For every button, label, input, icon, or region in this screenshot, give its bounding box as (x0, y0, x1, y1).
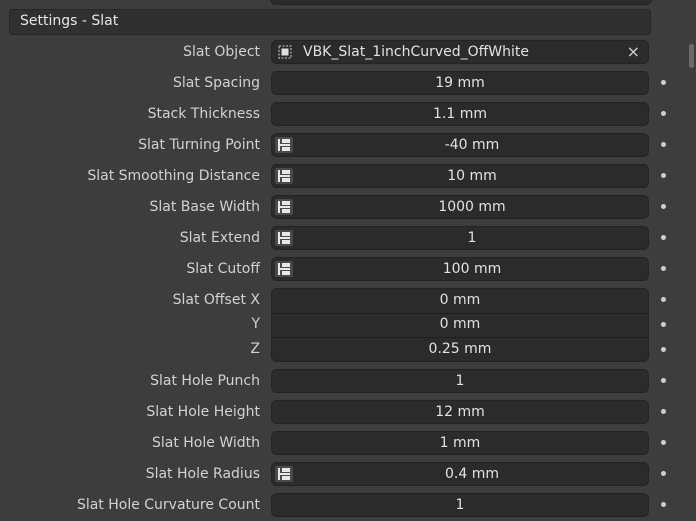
slat-hole-radius-value: 0.4 mm (445, 466, 499, 482)
scrollbar-thumb[interactable] (689, 44, 694, 68)
keyframe-dot-icon[interactable] (661, 142, 666, 147)
slat-spacing-field[interactable]: 19 mm (271, 71, 649, 95)
keyframe-dot-icon[interactable] (661, 471, 666, 476)
slat-hole-punch-value: 1 (455, 373, 465, 389)
keyframe-dot-icon[interactable] (661, 173, 666, 178)
driver-icon[interactable] (275, 466, 293, 482)
slat-hole-curvature-count-label: Slat Hole Curvature Count (76, 497, 260, 513)
driver-icon[interactable] (275, 261, 293, 277)
offset-z-label: Z (250, 341, 260, 357)
slat-object-field[interactable]: VBK_Slat_1inchCurved_OffWhite × (271, 40, 649, 64)
slat-hole-width-row: Slat Hole Width 1 mm (0, 431, 696, 457)
slat-turning-point-row: Slat Turning Point -40 mm (0, 133, 696, 159)
slat-hole-width-label: Slat Hole Width (151, 435, 260, 451)
slat-base-width-value: 1000 mm (438, 199, 506, 215)
slat-hole-height-value: 12 mm (435, 404, 485, 420)
keyframe-dot-icon[interactable] (661, 347, 666, 352)
slat-spacing-row: Slat Spacing 19 mm (0, 71, 696, 97)
keyframe-dot-icon[interactable] (661, 235, 666, 240)
slat-smoothing-distance-value: 10 mm (447, 168, 497, 184)
offset-y-field[interactable]: 0 mm (272, 313, 648, 337)
keyframe-dot-icon[interactable] (661, 80, 666, 85)
stack-thickness-label: Stack Thickness (147, 106, 260, 122)
slat-base-width-label: Slat Base Width (149, 199, 260, 215)
clear-icon[interactable]: × (627, 42, 640, 61)
slat-cutoff-row: Slat Cutoff 100 mm (0, 257, 696, 283)
slat-hole-radius-label: Slat Hole Radius (145, 466, 260, 482)
slat-extend-row: Slat Extend 1 (0, 226, 696, 252)
offset-z-value: 0.25 mm (428, 341, 492, 357)
offset-y-value: 0 mm (439, 316, 481, 332)
stack-thickness-row: Stack Thickness 1.1 mm (0, 102, 696, 128)
slat-hole-curvature-count-field[interactable]: 1 (271, 493, 649, 517)
driver-icon[interactable] (275, 199, 293, 215)
slat-object-row: Slat Object VBK_Slat_1inchCurved_OffWhit… (0, 40, 696, 66)
slat-hole-height-row: Slat Hole Height 12 mm (0, 400, 696, 426)
slat-hole-radius-field[interactable]: 0.4 mm (271, 462, 649, 486)
slat-turning-point-field[interactable]: -40 mm (271, 133, 649, 157)
previous-field-edge (270, 0, 652, 5)
keyframe-dot-icon[interactable] (661, 378, 666, 383)
offset-x-label: Slat Offset X (172, 292, 260, 308)
slat-hole-radius-row: Slat Hole Radius 0.4 mm (0, 462, 696, 488)
slat-hole-punch-field[interactable]: 1 (271, 369, 649, 393)
keyframe-dot-icon[interactable] (661, 266, 666, 271)
keyframe-dot-icon[interactable] (661, 204, 666, 209)
driver-icon[interactable] (275, 230, 293, 246)
scrollbar-track[interactable] (688, 0, 696, 521)
slat-turning-point-value: -40 mm (444, 137, 500, 153)
stack-thickness-value: 1.1 mm (433, 106, 487, 122)
slat-hole-width-field[interactable]: 1 mm (271, 431, 649, 455)
slat-spacing-label: Slat Spacing (173, 75, 260, 91)
slat-hole-punch-label: Slat Hole Punch (150, 373, 260, 389)
keyframe-dot-icon[interactable] (661, 409, 666, 414)
offset-x-value: 0 mm (439, 292, 481, 308)
slat-cutoff-field[interactable]: 100 mm (271, 257, 649, 281)
offset-z-field[interactable]: 0.25 mm (272, 338, 648, 362)
keyframe-dot-icon[interactable] (661, 502, 666, 507)
keyframe-dot-icon[interactable] (661, 297, 666, 302)
slat-hole-height-label: Slat Hole Height (146, 404, 260, 420)
driver-icon[interactable] (275, 168, 293, 184)
keyframe-dot-icon[interactable] (661, 322, 666, 327)
slat-extend-field[interactable]: 1 (271, 226, 649, 250)
slat-hole-width-value: 1 mm (439, 435, 481, 451)
slat-turning-point-label: Slat Turning Point (138, 137, 260, 153)
slat-spacing-value: 19 mm (435, 75, 485, 91)
slat-hole-curvature-count-value: 1 (455, 497, 465, 513)
slat-hole-punch-row: Slat Hole Punch 1 (0, 369, 696, 395)
panel-header[interactable]: Settings - Slat (9, 9, 651, 35)
slat-object-value: VBK_Slat_1inchCurved_OffWhite (303, 44, 530, 60)
slat-base-width-field[interactable]: 1000 mm (271, 195, 649, 219)
panel-title: Settings - Slat (20, 13, 119, 29)
offset-y-label: Y (251, 316, 260, 332)
slat-cutoff-label: Slat Cutoff (186, 261, 260, 277)
slat-object-label: Slat Object (183, 44, 260, 60)
offset-x-field[interactable]: 0 mm (272, 289, 648, 313)
keyframe-dot-icon[interactable] (661, 440, 666, 445)
object-icon (278, 45, 292, 59)
stack-thickness-field[interactable]: 1.1 mm (271, 102, 649, 126)
slat-base-width-row: Slat Base Width 1000 mm (0, 195, 696, 221)
slat-hole-curvature-count-row: Slat Hole Curvature Count 1 (0, 493, 696, 519)
slat-smoothing-distance-row: Slat Smoothing Distance 10 mm (0, 164, 696, 190)
slat-extend-value: 1 (467, 230, 477, 246)
keyframe-dot-icon[interactable] (661, 111, 666, 116)
slat-cutoff-value: 100 mm (442, 261, 502, 277)
slat-extend-label: Slat Extend (179, 230, 260, 246)
slat-smoothing-distance-field[interactable]: 10 mm (271, 164, 649, 188)
slat-offset-field: 0 mm 0 mm 0.25 mm (271, 288, 649, 362)
driver-icon[interactable] (275, 137, 293, 153)
slat-smoothing-distance-label: Slat Smoothing Distance (87, 168, 260, 184)
slat-hole-height-field[interactable]: 12 mm (271, 400, 649, 424)
